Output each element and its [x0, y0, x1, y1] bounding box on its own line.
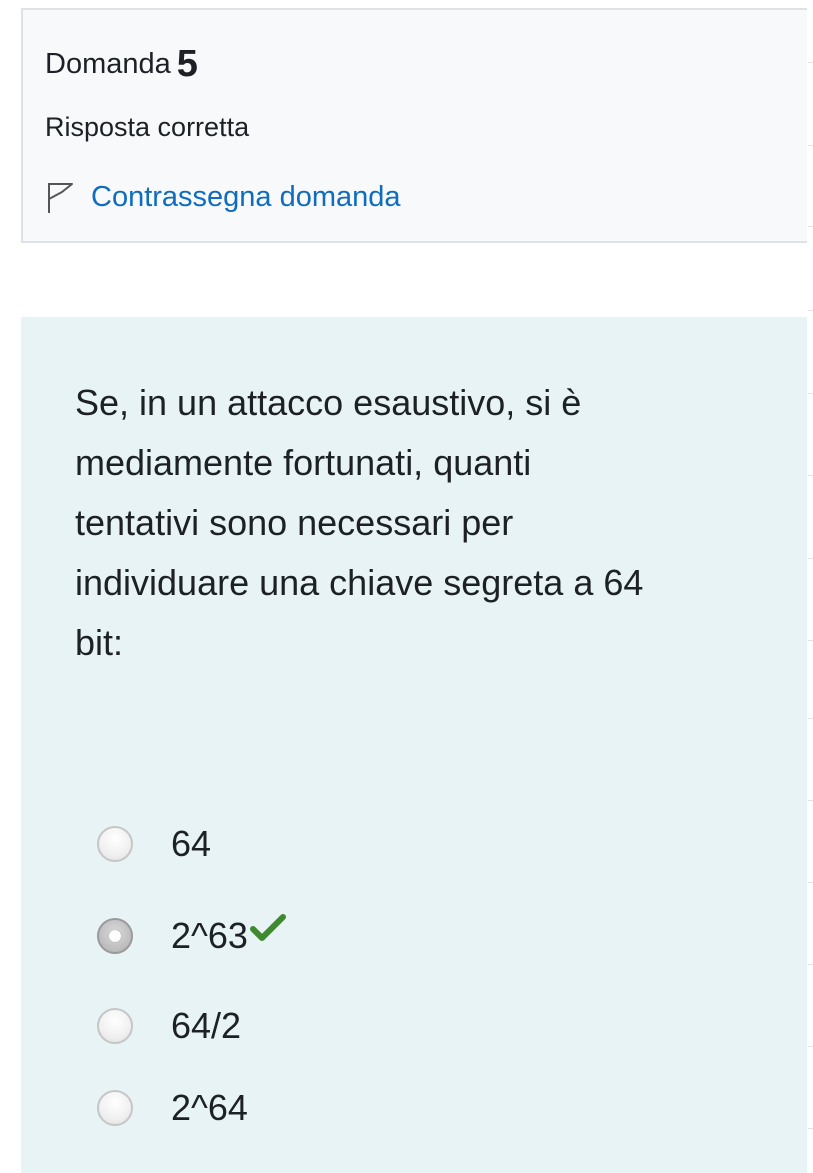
answer-option-label: 2^64: [171, 1087, 248, 1128]
answer-option-label: 64: [171, 823, 212, 864]
question-text-line: tentativi sono necessari per: [75, 502, 514, 543]
radio-button[interactable]: [97, 826, 133, 862]
question-number: 5: [176, 43, 198, 85]
question-text-line: mediamente fortunati, quanti: [75, 442, 532, 483]
right-gutter: [807, 0, 813, 1173]
answer-option-label: 64/2: [171, 1005, 242, 1046]
radio-button[interactable]: [97, 1008, 133, 1044]
gutter-tick: [808, 882, 813, 883]
question-text-line: individuare una chiave segreta a 64: [75, 562, 644, 603]
answer-option-label: 2^63: [171, 915, 248, 956]
gutter-tick: [808, 964, 813, 965]
gutter-tick: [808, 800, 813, 801]
correct-check-icon: [249, 914, 286, 941]
flag-question-link[interactable]: Contrassegna domanda: [45, 180, 401, 214]
question-content-panel: Se, in un attacco esaustivo, si è mediam…: [21, 317, 807, 1173]
question-state: Risposta corretta: [45, 112, 250, 142]
gutter-tick: [808, 393, 813, 394]
radio-button-selected[interactable]: [97, 918, 133, 954]
question-text-line: bit:: [75, 622, 124, 663]
gutter-tick: [808, 310, 813, 311]
radio-button[interactable]: [97, 1090, 133, 1126]
gutter-tick: [808, 558, 813, 559]
question-word: Domanda: [45, 48, 171, 80]
question-number-heading: Domanda 5: [45, 40, 198, 85]
question-text-line: Se, in un attacco esaustivo, si è: [75, 382, 582, 423]
flag-question-label: Contrassegna domanda: [91, 180, 401, 213]
answer-option[interactable]: 64: [97, 819, 211, 869]
gutter-tick: [808, 640, 813, 641]
answer-option[interactable]: 64/2: [97, 1001, 241, 1051]
flag-icon: [48, 183, 73, 213]
answer-option[interactable]: 2^64: [97, 1083, 248, 1133]
gutter-tick: [808, 62, 813, 63]
question-text: Se, in un attacco esaustivo, si è mediam…: [75, 373, 755, 673]
gutter-tick: [808, 718, 813, 719]
answer-option[interactable]: 2^63: [97, 911, 286, 961]
gutter-tick: [808, 145, 813, 146]
gutter-tick: [808, 226, 813, 227]
gutter-tick: [808, 475, 813, 476]
gutter-tick: [808, 1046, 813, 1047]
gutter-tick: [808, 1128, 813, 1129]
question-info-panel: Domanda 5 Risposta corretta Contrassegna …: [21, 8, 807, 243]
